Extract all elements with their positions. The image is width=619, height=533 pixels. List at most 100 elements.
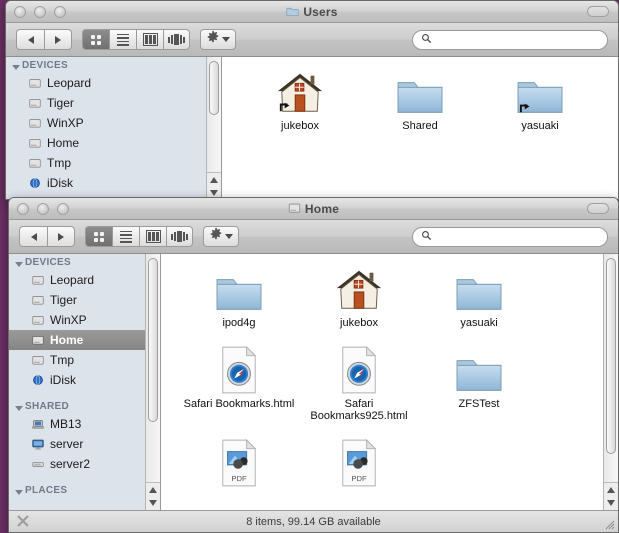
coverflow-view-button[interactable]	[163, 29, 190, 50]
file-item-yasuaki[interactable]: yasuaki	[480, 65, 600, 132]
scrollbar-thumb[interactable]	[148, 258, 158, 422]
safari-document-icon	[338, 343, 380, 395]
window-title-users: Users	[6, 5, 618, 19]
sidebar-item-idisk[interactable]: iDisk	[6, 173, 221, 193]
window-title-home: Home	[9, 202, 618, 216]
file-item-yasuaki[interactable]: yasuaki	[419, 262, 539, 329]
finder-window-users[interactable]: Users DEVICES Leopard Tiger WinXP Home T…	[5, 0, 619, 200]
hard-drive-icon	[28, 77, 42, 90]
action-menu-button[interactable]	[203, 226, 239, 247]
nav-buttons-home[interactable]	[19, 226, 75, 247]
toolbar-toggle-button[interactable]	[587, 6, 609, 17]
file-item-ipod4g[interactable]: ipod4g	[179, 262, 299, 329]
coverflow-view-button[interactable]	[166, 226, 193, 247]
sidebar-item-winxp[interactable]: WinXP	[6, 113, 221, 133]
file-item-safari-bookmarks925[interactable]: Safari Bookmarks925.html	[299, 343, 419, 422]
scroll-up-button[interactable]	[146, 483, 160, 497]
list-view-button[interactable]	[109, 29, 136, 50]
sidebar-item-idisk[interactable]: iDisk	[9, 370, 160, 390]
icon-view-icon	[94, 231, 104, 242]
view-mode-buttons-users[interactable]	[82, 29, 190, 50]
sidebar-section-places[interactable]: PLACES	[9, 482, 160, 498]
sidebar-item-label: Tiger	[47, 96, 74, 110]
sidebar-item-home[interactable]: Home	[9, 330, 160, 350]
sidebar-scrollbar-users[interactable]	[206, 57, 221, 199]
sidebar-section-shared[interactable]: SHARED	[9, 398, 160, 414]
icon-view-button[interactable]	[85, 226, 112, 247]
traffic-lights-users[interactable]	[14, 5, 66, 18]
eject-icon[interactable]	[15, 513, 31, 529]
folder-icon	[454, 262, 504, 314]
minimize-button[interactable]	[37, 202, 49, 215]
zoom-button[interactable]	[57, 202, 69, 215]
forward-button[interactable]	[47, 226, 75, 247]
sidebar-section-devices[interactable]: DEVICES	[6, 57, 221, 73]
scroll-up-button[interactable]	[207, 173, 221, 187]
file-item-jukebox[interactable]: jukebox	[240, 65, 360, 132]
file-item-pdf-1[interactable]: PDF	[179, 436, 299, 491]
scrollbar-thumb[interactable]	[606, 258, 616, 454]
sidebar-item-label: Leopard	[47, 76, 92, 90]
toolbar-home[interactable]	[9, 220, 618, 254]
scrollbar-arrows[interactable]	[604, 482, 618, 510]
sidebar-item-tiger[interactable]: Tiger	[9, 290, 160, 310]
sidebar-users[interactable]: DEVICES Leopard Tiger WinXP Home Tmp iDi…	[6, 57, 222, 199]
sidebar-home[interactable]: DEVICES Leopard Tiger WinXP Home Tmp iDi…	[9, 254, 161, 510]
sidebar-item-home[interactable]: Home	[6, 133, 221, 153]
zoom-button[interactable]	[54, 5, 66, 18]
sidebar-item-leopard[interactable]: Leopard	[9, 270, 160, 290]
sidebar-item-server[interactable]: server	[9, 434, 160, 454]
sidebar-item-leopard[interactable]: Leopard	[6, 73, 221, 93]
back-button[interactable]	[16, 29, 44, 50]
hard-drive-icon	[28, 137, 42, 150]
sidebar-item-tiger[interactable]: Tiger	[6, 93, 221, 113]
file-grid-users: jukebox Shared yasuaki	[222, 57, 618, 146]
toolbar-users[interactable]	[6, 23, 618, 57]
back-button[interactable]	[19, 226, 47, 247]
icon-view-button[interactable]	[82, 29, 109, 50]
toolbar-toggle-button[interactable]	[587, 203, 609, 214]
back-arrow-icon	[30, 232, 37, 241]
scroll-up-button[interactable]	[604, 483, 618, 497]
titlebar-users[interactable]: Users	[6, 1, 618, 23]
action-menu-button[interactable]	[200, 29, 236, 50]
sidebar-item-tmp[interactable]: Tmp	[6, 153, 221, 173]
sidebar-item-winxp[interactable]: WinXP	[9, 310, 160, 330]
finder-window-home[interactable]: Home DEVICES Leopard Tiger WinXP Home Tm…	[8, 197, 619, 533]
file-item-zfstest[interactable]: ZFSTest	[419, 343, 539, 422]
resize-grip-icon[interactable]	[603, 518, 615, 530]
traffic-lights-home[interactable]	[17, 202, 69, 215]
file-item-pdf-2[interactable]: PDF	[299, 436, 419, 491]
file-grid-home: ipod4g jukebox yasuaki Safari Bookmarks.…	[161, 254, 618, 505]
file-item-safari-bookmarks[interactable]: Safari Bookmarks.html	[179, 343, 299, 422]
sidebar-item-label: Home	[47, 136, 80, 150]
search-field-users[interactable]	[412, 29, 608, 50]
scroll-down-button[interactable]	[146, 497, 160, 511]
nav-buttons-users[interactable]	[16, 29, 72, 50]
sidebar-section-devices[interactable]: DEVICES	[9, 254, 160, 270]
forward-button[interactable]	[44, 29, 72, 50]
sidebar-item-mb13[interactable]: MB13	[9, 414, 160, 434]
sidebar-scrollbar-home[interactable]	[145, 254, 160, 510]
sidebar-item-tmp[interactable]: Tmp	[9, 350, 160, 370]
column-view-button[interactable]	[139, 226, 166, 247]
folder-alias-icon	[515, 65, 565, 117]
content-scrollbar-home[interactable]	[603, 254, 618, 510]
scrollbar-thumb[interactable]	[209, 61, 219, 115]
file-item-jukebox[interactable]: jukebox	[299, 262, 419, 329]
view-mode-buttons-home[interactable]	[85, 226, 193, 247]
file-item-shared[interactable]: Shared	[360, 65, 480, 132]
close-button[interactable]	[17, 202, 29, 215]
minimize-button[interactable]	[34, 5, 46, 18]
titlebar-home[interactable]: Home	[9, 198, 618, 220]
sidebar-item-server2[interactable]: server2	[9, 454, 160, 474]
close-button[interactable]	[14, 5, 26, 18]
file-area-home[interactable]: ipod4g jukebox yasuaki Safari Bookmarks.…	[161, 254, 618, 510]
scroll-down-button[interactable]	[604, 497, 618, 511]
scrollbar-arrows[interactable]	[207, 172, 221, 199]
list-view-button[interactable]	[112, 226, 139, 247]
scrollbar-arrows[interactable]	[146, 482, 160, 510]
column-view-button[interactable]	[136, 29, 163, 50]
file-area-users[interactable]: jukebox Shared yasuaki	[222, 57, 618, 199]
search-field-home[interactable]	[412, 226, 608, 247]
